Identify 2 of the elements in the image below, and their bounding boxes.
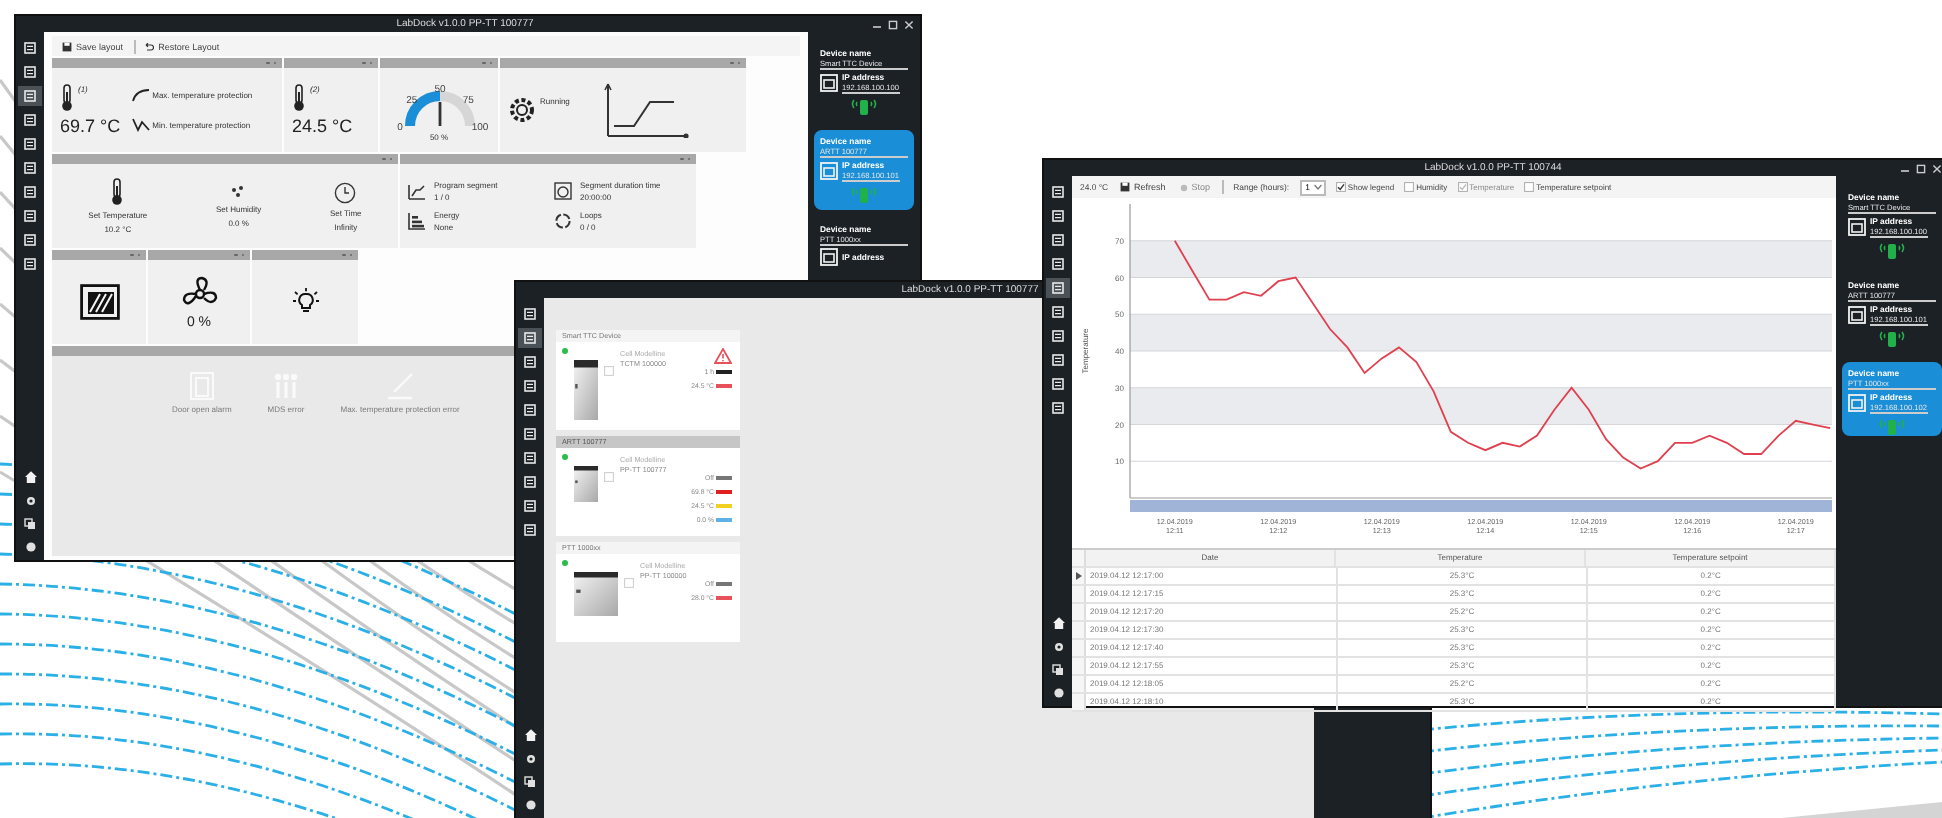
- temperature-value: 24.5 °C: [292, 116, 353, 136]
- temperature-value: 69.7 °C: [60, 116, 121, 136]
